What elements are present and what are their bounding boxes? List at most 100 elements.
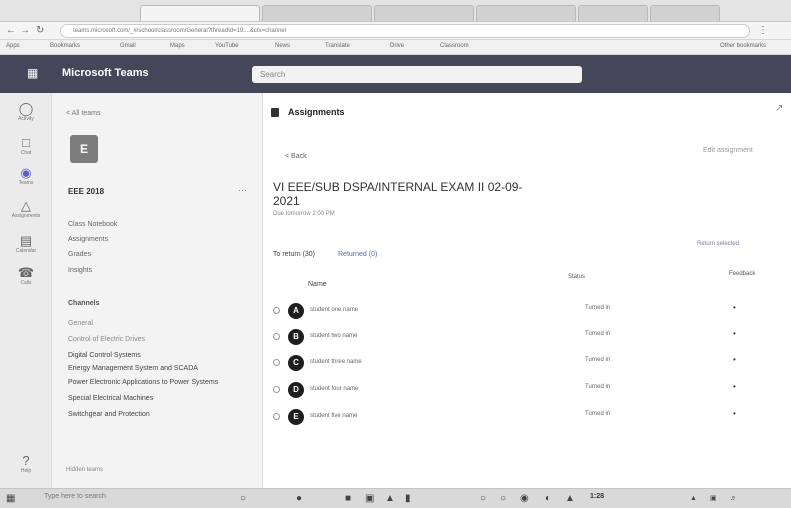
- menu-dots-icon[interactable]: ⋮: [758, 24, 768, 38]
- help-icon: ?: [22, 453, 30, 468]
- bookmark-item[interactable]: Maps: [170, 43, 185, 49]
- student-name[interactable]: student two name: [310, 333, 357, 339]
- column-header-name[interactable]: Name: [308, 281, 327, 288]
- reload-icon[interactable]: ↻: [36, 24, 44, 38]
- team-name: EEE 2018: [68, 187, 105, 196]
- student-name[interactable]: student five name: [310, 413, 357, 419]
- status-text: Turned in: [585, 411, 611, 417]
- tab-returned[interactable]: Returned (0): [338, 251, 377, 258]
- all-teams-link[interactable]: < All teams: [66, 110, 100, 117]
- edit-assignment-button[interactable]: Edit assignment: [703, 147, 753, 154]
- feedback-marker[interactable]: •: [733, 329, 736, 338]
- appbar-item-activity[interactable]: ◯ Activity: [10, 101, 42, 122]
- feedback-marker[interactable]: •: [733, 355, 736, 364]
- taskbar-app-icon[interactable]: ▲: [385, 492, 395, 505]
- table-row[interactable]: B student two name Turned in •: [263, 325, 791, 349]
- browser-tab[interactable]: [262, 5, 372, 21]
- task-view-icon[interactable]: ○: [240, 492, 246, 505]
- tab-to-return[interactable]: To return (30): [273, 251, 315, 258]
- browser-tab[interactable]: [476, 5, 576, 21]
- taskbar-app-icon[interactable]: ○: [500, 492, 506, 505]
- url-field[interactable]: teams.microsoft.com/_#/school/classroom/…: [60, 24, 750, 38]
- student-name[interactable]: student four name: [310, 386, 358, 392]
- appbar-label: Calls: [20, 280, 32, 286]
- team-nav-assignments[interactable]: Assignments: [68, 236, 108, 243]
- channel-item[interactable]: Energy Management System and SCADA: [68, 365, 198, 372]
- team-nav-insights[interactable]: Insights: [68, 267, 92, 274]
- student-name[interactable]: student three name: [310, 359, 362, 365]
- bookmark-item[interactable]: Gmail: [120, 43, 136, 49]
- team-nav-class-notebook[interactable]: Class Notebook: [68, 221, 117, 228]
- channel-item[interactable]: Special Electrical Machines: [68, 395, 153, 402]
- start-icon[interactable]: ▦: [6, 492, 15, 505]
- taskbar-app-icon[interactable]: ▣: [365, 492, 374, 505]
- volume-icon[interactable]: ♬: [730, 492, 737, 505]
- taskbar-app-icon[interactable]: ▲: [565, 492, 575, 505]
- bookmark-item[interactable]: Translate: [325, 43, 350, 49]
- return-selected-button[interactable]: Return selected: [697, 241, 739, 247]
- browser-tab[interactable]: [578, 5, 648, 21]
- feedback-marker[interactable]: •: [733, 303, 736, 312]
- forward-arrow-icon[interactable]: →: [20, 24, 30, 38]
- bookmark-item[interactable]: YouTube: [215, 43, 239, 49]
- bookmark-item[interactable]: Classroom: [440, 43, 469, 49]
- appbar-item-teams[interactable]: ◉ Teams: [10, 165, 42, 186]
- column-header-status[interactable]: Status: [568, 274, 585, 280]
- appbar-item-calls[interactable]: ☎ Calls: [10, 265, 42, 286]
- table-row[interactable]: C student three name Turned in •: [263, 351, 791, 375]
- taskbar-clock[interactable]: 1:28: [590, 493, 604, 500]
- network-icon[interactable]: ▣: [710, 492, 717, 505]
- appbar-item-calendar[interactable]: ▤ Calendar: [10, 233, 42, 254]
- search-input[interactable]: Search: [252, 66, 582, 83]
- row-checkbox[interactable]: [273, 307, 280, 314]
- taskbar-search[interactable]: Type here to search: [44, 493, 106, 500]
- table-row[interactable]: E student five name Turned in •: [263, 405, 791, 429]
- row-checkbox[interactable]: [273, 386, 280, 393]
- channel-item[interactable]: Control of Electric Drives: [68, 336, 145, 343]
- appbar-item-assignments[interactable]: △ Assignments: [10, 198, 42, 219]
- taskbar-app-icon[interactable]: ●: [296, 492, 302, 505]
- row-checkbox[interactable]: [273, 359, 280, 366]
- channel-item[interactable]: Digital Control Systems: [68, 352, 141, 359]
- avatar: D: [288, 382, 304, 398]
- bookmark-item[interactable]: Apps: [6, 43, 20, 49]
- back-arrow-icon[interactable]: ←: [6, 24, 16, 38]
- back-link[interactable]: < Back: [285, 153, 307, 160]
- taskbar-app-icon[interactable]: ◐: [545, 492, 551, 505]
- assignments-icon: [271, 108, 279, 117]
- system-tray-icon[interactable]: ▲: [690, 492, 697, 505]
- browser-tab-strip: [0, 0, 791, 22]
- row-checkbox[interactable]: [273, 413, 280, 420]
- app-launcher-icon[interactable]: ▦: [27, 67, 40, 80]
- expand-icon[interactable]: ↗: [775, 103, 783, 114]
- channel-item[interactable]: Switchgear and Protection: [68, 411, 150, 418]
- taskbar-app-icon[interactable]: ○: [480, 492, 486, 505]
- teams-header: ▦ Microsoft Teams Search: [0, 55, 791, 93]
- channel-item[interactable]: General: [68, 320, 93, 327]
- appbar-item-help[interactable]: ? Help: [10, 453, 42, 474]
- table-row[interactable]: A student one name Turned in •: [263, 299, 791, 323]
- status-text: Turned in: [585, 331, 611, 337]
- row-checkbox[interactable]: [273, 333, 280, 340]
- bookmark-item[interactable]: Bookmarks: [50, 43, 80, 49]
- bookmark-item[interactable]: Other bookmarks: [720, 43, 766, 49]
- bookmark-item[interactable]: News: [275, 43, 290, 49]
- hidden-teams-link[interactable]: Hidden teams: [66, 467, 103, 473]
- student-name[interactable]: student one name: [310, 307, 358, 313]
- channel-item[interactable]: Power Electronic Applications to Power S…: [68, 379, 218, 386]
- team-nav-grades[interactable]: Grades: [68, 251, 91, 258]
- avatar: B: [288, 329, 304, 345]
- table-row[interactable]: D student four name Turned in •: [263, 378, 791, 402]
- taskbar-app-icon[interactable]: ▮: [405, 492, 411, 505]
- feedback-marker[interactable]: •: [733, 382, 736, 391]
- taskbar-app-icon[interactable]: ◉: [520, 492, 529, 505]
- browser-tab[interactable]: [650, 5, 720, 21]
- team-avatar: E: [70, 135, 98, 163]
- appbar-item-chat[interactable]: □ Chat: [10, 135, 42, 156]
- browser-tab[interactable]: [374, 5, 474, 21]
- browser-tab[interactable]: [140, 5, 260, 21]
- more-options-icon[interactable]: ⋯: [238, 185, 247, 196]
- bookmark-item[interactable]: Drive: [390, 43, 404, 49]
- feedback-marker[interactable]: •: [733, 409, 736, 418]
- file-explorer-icon[interactable]: ■: [345, 492, 351, 505]
